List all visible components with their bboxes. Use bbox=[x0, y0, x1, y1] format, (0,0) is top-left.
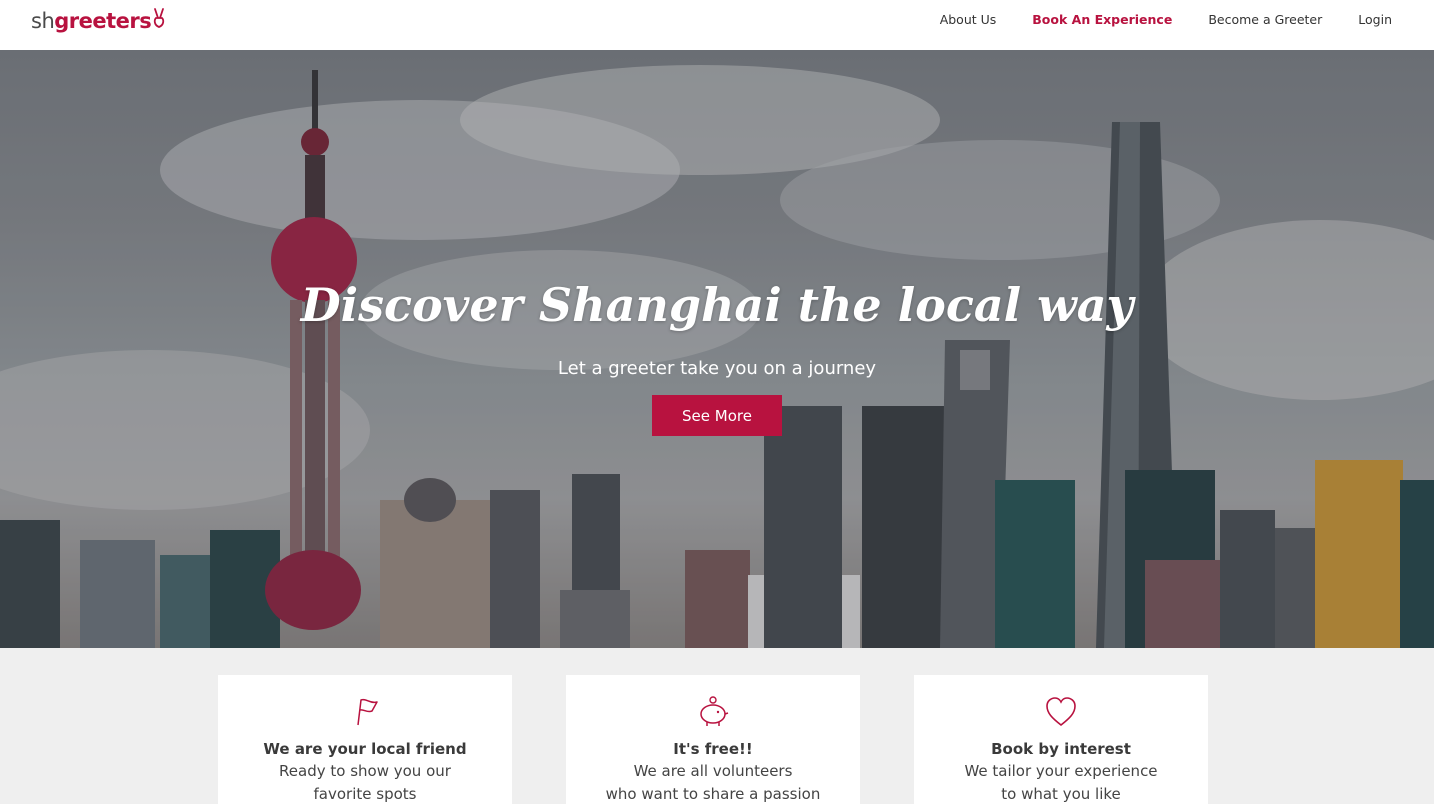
feature-text: who want to share a passion bbox=[605, 785, 821, 803]
see-more-button[interactable]: See More bbox=[652, 395, 782, 436]
feature-card-interest: Book by interest We tailor your experien… bbox=[914, 675, 1208, 804]
navbar: sh greeters About Us Book An Experience … bbox=[0, 0, 1434, 50]
logo-name: greeters bbox=[54, 9, 152, 33]
logo-prefix: sh bbox=[31, 9, 55, 33]
nav-book-experience[interactable]: Book An Experience bbox=[1032, 12, 1172, 27]
feature-text: to what you like bbox=[1001, 785, 1121, 803]
flag-icon bbox=[357, 698, 378, 726]
nav-menu: About Us Book An Experience Become a Gre… bbox=[940, 0, 1434, 38]
peace-hand-icon bbox=[154, 8, 165, 28]
piggy-bank-icon bbox=[700, 696, 729, 726]
feature-card-free: It's free!! We are all volunteers who wa… bbox=[566, 675, 860, 804]
feature-text: favorite spots bbox=[313, 785, 417, 803]
feature-title: Book by interest bbox=[991, 740, 1131, 758]
feature-text: We tailor your experience bbox=[964, 762, 1158, 780]
feature-card-local-friend: We are your local friend Ready to show y… bbox=[218, 675, 512, 804]
feature-title: We are your local friend bbox=[263, 740, 467, 758]
hero-subtitle: Let a greeter take you on a journey bbox=[557, 358, 877, 379]
site-logo[interactable]: sh greeters bbox=[31, 4, 166, 38]
hero-overlay bbox=[0, 50, 1434, 648]
nav-become-greeter[interactable]: Become a Greeter bbox=[1208, 12, 1322, 27]
feature-title: It's free!! bbox=[673, 740, 753, 758]
nav-about-us[interactable]: About Us bbox=[940, 12, 997, 27]
nav-login[interactable]: Login bbox=[1358, 12, 1392, 27]
hero-title: Discover Shanghai the local way bbox=[300, 278, 1134, 332]
features-section: We are your local friend Ready to show y… bbox=[0, 648, 1434, 804]
heart-icon bbox=[1046, 697, 1076, 727]
feature-text: Ready to show you our bbox=[279, 762, 451, 780]
feature-text: We are all volunteers bbox=[633, 762, 793, 780]
hero-banner: Discover Shanghai the local way Let a gr… bbox=[0, 50, 1434, 648]
